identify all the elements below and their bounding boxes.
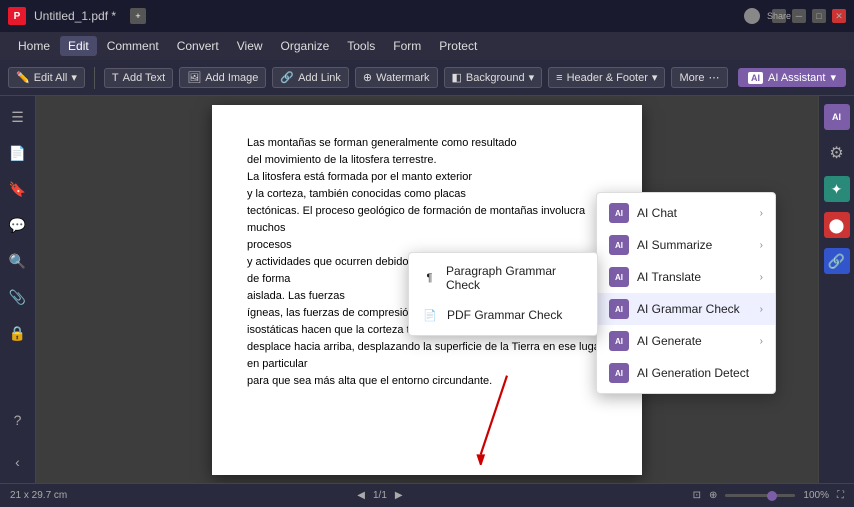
- background-button[interactable]: ◧ Background ▾: [444, 67, 543, 88]
- toolbar-divider-1: [94, 67, 95, 89]
- bg-dropdown-icon[interactable]: ▾: [529, 71, 535, 84]
- ai-generate-icon: AI: [609, 331, 629, 351]
- ai-badge: AI: [748, 72, 763, 84]
- maximize-button[interactable]: □: [812, 9, 826, 23]
- sidebar-search-icon[interactable]: 🔍: [5, 248, 31, 274]
- menu-organize[interactable]: Organize: [273, 36, 338, 56]
- toolbar: ✏️ Edit All ▾ T Add Text 🖼 Add Image 🔗 A…: [0, 60, 854, 96]
- grammar-sub-dropdown: ¶ Paragraph Grammar Check 📄 PDF Grammar …: [408, 252, 598, 336]
- header-icon: ≡: [556, 72, 562, 84]
- ai-generate-arrow: ›: [760, 336, 763, 347]
- ai-dropdown-icon: ▾: [830, 71, 836, 84]
- title-bar: P Untitled_1.pdf * + Share ─ □ ✕: [0, 0, 854, 32]
- zoom-in-icon[interactable]: ⊕: [709, 490, 717, 501]
- watermark-icon: ⊕: [363, 71, 372, 84]
- ai-assistant-button[interactable]: AI AI Assistant ▾: [738, 68, 846, 87]
- close-button[interactable]: ✕: [832, 9, 846, 23]
- page-dimensions: 21 x 29.7 cm: [10, 490, 67, 501]
- status-bar: 21 x 29.7 cm ◀ 1/1 ▶ ⊡ ⊕ 100% ⛶: [0, 483, 854, 507]
- background-icon: ◧: [452, 71, 462, 84]
- sidebar-attach-icon[interactable]: 📎: [5, 284, 31, 310]
- ai-translate-arrow: ›: [760, 272, 763, 283]
- page-nav-next[interactable]: ▶: [395, 490, 403, 501]
- right-sidebar: AI ⚙ ✦ ⬤ 🔗: [818, 96, 854, 483]
- edit-all-button[interactable]: ✏️ Edit All ▾: [8, 67, 85, 88]
- zoom-level: 100%: [803, 490, 829, 501]
- right-red-icon[interactable]: ⬤: [824, 212, 850, 238]
- page-info: 1/1: [373, 490, 387, 501]
- header-footer-button[interactable]: ≡ Header & Footer ▾: [548, 67, 665, 88]
- ai-summarize-arrow: ›: [760, 240, 763, 251]
- ai-translate-icon: AI: [609, 267, 629, 287]
- right-settings-icon[interactable]: ⚙: [824, 140, 850, 166]
- menu-form[interactable]: Form: [385, 36, 429, 56]
- content-area: Las montañas se forman generalmente como…: [36, 96, 818, 483]
- zoom-slider[interactable]: [725, 494, 795, 497]
- sidebar-comments-icon[interactable]: 💬: [5, 212, 31, 238]
- ai-generate-item[interactable]: AI AI Generate ›: [597, 325, 775, 357]
- menu-protect[interactable]: Protect: [431, 36, 485, 56]
- ai-dropdown-menu: ¶ Paragraph Grammar Check 📄 PDF Grammar …: [596, 192, 776, 394]
- menu-bar: Home Edit Comment Convert View Organize …: [0, 32, 854, 60]
- more-button[interactable]: More ⋯: [671, 67, 727, 88]
- menu-tools[interactable]: Tools: [339, 36, 383, 56]
- sidebar-pages-icon[interactable]: ☰: [5, 104, 31, 130]
- app-logo: P: [8, 7, 26, 25]
- sidebar-thumbs-icon[interactable]: 📄: [5, 140, 31, 166]
- ai-main-dropdown: AI AI Chat › AI AI Summarize › AI AI Tra: [596, 192, 776, 394]
- edit-all-dropdown-icon[interactable]: ▾: [71, 71, 77, 84]
- sidebar-security-icon[interactable]: 🔒: [5, 320, 31, 346]
- ai-grammar-check-item[interactable]: AI AI Grammar Check ›: [597, 293, 775, 325]
- watermark-button[interactable]: ⊕ Watermark: [355, 67, 438, 88]
- user-avatar: [744, 8, 760, 24]
- zoom-handle: [767, 491, 777, 501]
- add-text-button[interactable]: T Add Text: [104, 68, 173, 88]
- left-sidebar: ☰ 📄 🔖 💬 🔍 📎 🔒 ? ‹: [0, 96, 36, 483]
- fit-page-icon[interactable]: ⊡: [693, 490, 701, 501]
- ai-grammar-icon: AI: [609, 299, 629, 319]
- ai-chat-item[interactable]: AI AI Chat ›: [597, 197, 775, 229]
- link-icon: 🔗: [280, 71, 294, 84]
- paragraph-icon: ¶: [421, 269, 438, 287]
- menu-comment[interactable]: Comment: [99, 36, 167, 56]
- expand-icon[interactable]: ⛶: [837, 490, 844, 501]
- menu-view[interactable]: View: [229, 36, 271, 56]
- ai-translate-item[interactable]: AI AI Translate ›: [597, 261, 775, 293]
- hf-dropdown-icon[interactable]: ▾: [652, 71, 658, 84]
- pdf-icon: 📄: [421, 306, 439, 324]
- ai-summarize-icon: AI: [609, 235, 629, 255]
- sidebar-help-icon[interactable]: ?: [5, 407, 31, 433]
- document-title: Untitled_1.pdf *: [34, 9, 116, 23]
- add-link-button[interactable]: 🔗 Add Link: [272, 67, 349, 88]
- sidebar-collapse-icon[interactable]: ‹: [5, 449, 31, 475]
- edit-icon: ✏️: [16, 71, 30, 84]
- text-icon: T: [112, 72, 119, 84]
- ai-grammar-arrow: ›: [760, 304, 763, 315]
- menu-convert[interactable]: Convert: [169, 36, 227, 56]
- add-image-button[interactable]: 🖼 Add Image: [179, 67, 266, 88]
- image-icon: 🖼: [187, 71, 201, 84]
- new-tab-button[interactable]: +: [130, 8, 146, 24]
- red-arrow-annotation: [472, 365, 542, 465]
- sidebar-bookmarks-icon[interactable]: 🔖: [5, 176, 31, 202]
- right-ai-icon[interactable]: AI: [824, 104, 850, 130]
- share-button[interactable]: Share: [772, 9, 786, 23]
- paragraph-grammar-item[interactable]: ¶ Paragraph Grammar Check: [409, 257, 597, 299]
- pdf-grammar-item[interactable]: 📄 PDF Grammar Check: [409, 299, 597, 331]
- right-blue-icon[interactable]: 🔗: [824, 248, 850, 274]
- more-icon: ⋯: [709, 71, 720, 84]
- ai-chat-arrow: ›: [760, 208, 763, 219]
- ai-summarize-item[interactable]: AI AI Summarize ›: [597, 229, 775, 261]
- ai-detect-icon: AI: [609, 363, 629, 383]
- main-layout: ☰ 📄 🔖 💬 🔍 📎 🔒 ? ‹ Las montañas se forman…: [0, 96, 854, 483]
- menu-edit[interactable]: Edit: [60, 36, 97, 56]
- minimize-button[interactable]: ─: [792, 9, 806, 23]
- ai-detect-item[interactable]: AI AI Generation Detect: [597, 357, 775, 389]
- page-nav-prev[interactable]: ◀: [357, 490, 365, 501]
- ai-chat-icon: AI: [609, 203, 629, 223]
- right-teal-icon[interactable]: ✦: [824, 176, 850, 202]
- menu-home[interactable]: Home: [10, 36, 58, 56]
- window-controls: Share ─ □ ✕: [744, 8, 846, 24]
